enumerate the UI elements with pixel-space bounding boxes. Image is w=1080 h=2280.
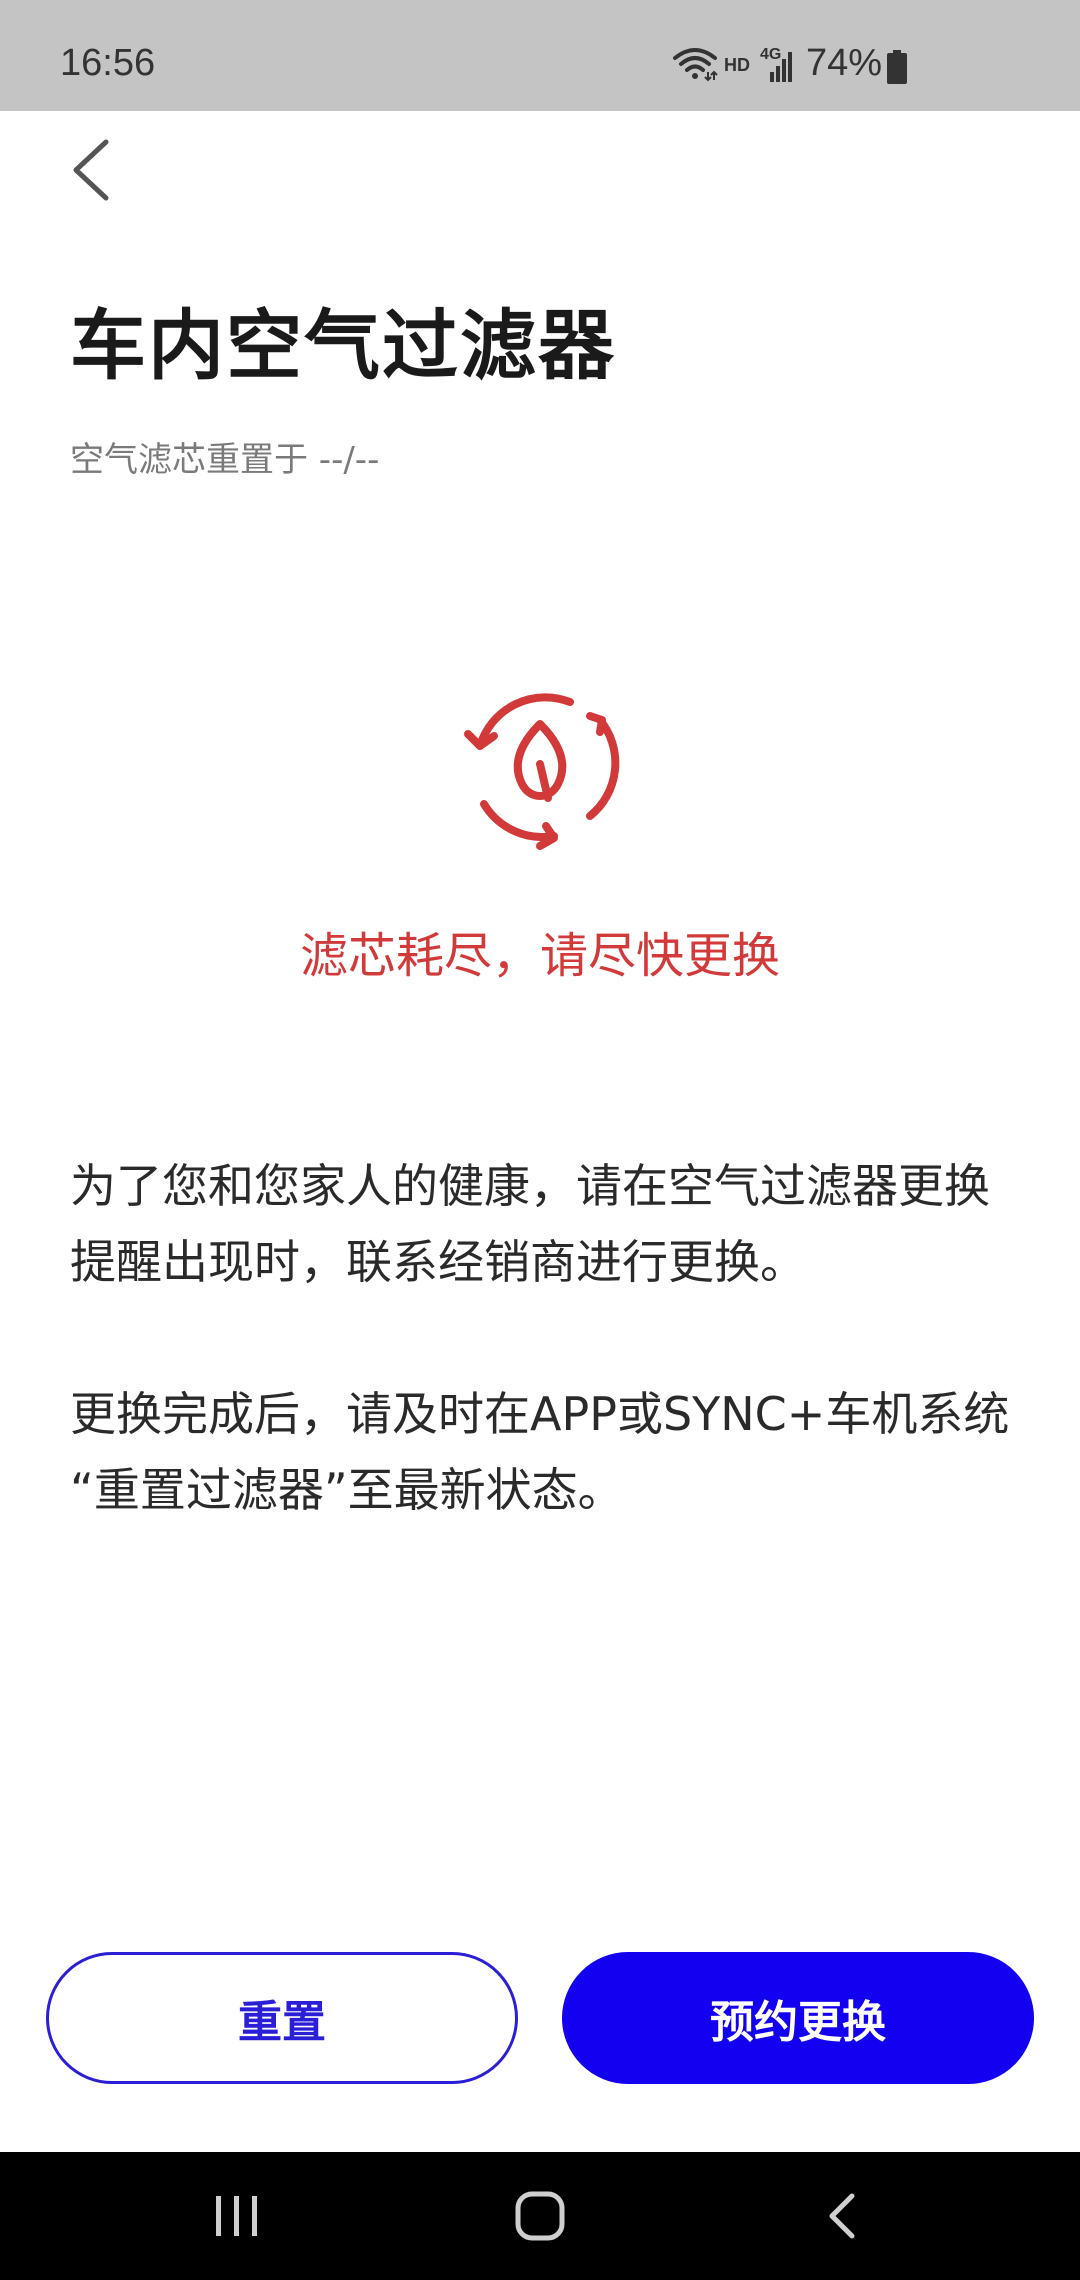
page-title: 车内空气过滤器 xyxy=(70,301,616,390)
description-paragraph-2: 更换完成后，请及时在APP或SYNC+车机系统 “重置过滤器”至最新状态。 xyxy=(70,1387,1010,1517)
book-replacement-button[interactable]: 预约更换 xyxy=(562,1952,1034,2084)
battery-percent: 74% xyxy=(806,42,883,84)
status-bar: 16:56 HD 4G 74% xyxy=(0,0,1080,111)
hd-label: HD xyxy=(724,55,750,75)
status-time: 16:56 xyxy=(60,42,156,84)
description-paragraph-1: 为了您和您家人的健康，请在空气过滤器更换提醒出现时，联系经销商进行更换。 xyxy=(70,1159,990,1289)
filter-cycle-leaf-icon xyxy=(464,693,620,850)
back-button[interactable] xyxy=(58,130,138,210)
battery-icon xyxy=(887,50,907,84)
chevron-left-icon xyxy=(73,139,109,201)
wifi-icon xyxy=(673,48,718,82)
recent-apps-icon[interactable] xyxy=(210,2190,264,2242)
reset-button[interactable]: 重置 xyxy=(46,1952,518,2084)
network-label: 4G xyxy=(760,46,782,63)
filter-warning-text: 滤芯耗尽，请尽快更换 xyxy=(299,928,780,984)
home-icon[interactable] xyxy=(512,2188,568,2244)
back-icon[interactable] xyxy=(818,2190,868,2242)
screen: 16:56 HD 4G 74% 车内空气过滤器 空气滤芯重置于 --/-- 滤芯… xyxy=(0,0,1080,2280)
filter-reset-date: 空气滤芯重置于 --/-- xyxy=(70,440,380,480)
